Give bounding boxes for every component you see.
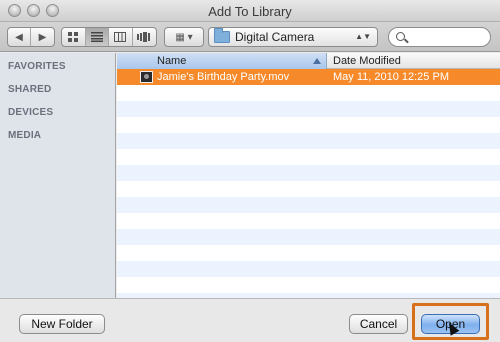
arrange-grid-icon: ▦ ▾: [175, 31, 193, 43]
coverflow-view-icon: [137, 32, 151, 42]
search-field[interactable]: [388, 27, 491, 47]
window-title: Add To Library: [208, 4, 292, 19]
empty-row: [117, 213, 500, 229]
new-folder-button[interactable]: New Folder: [19, 314, 105, 334]
location-label: Digital Camera: [235, 30, 315, 44]
sidebar-heading-favorites[interactable]: FAVORITES: [8, 61, 66, 72]
popup-arrows-icon: ▲▼: [355, 32, 371, 41]
sidebar-heading-devices[interactable]: DEVICES: [8, 107, 53, 118]
empty-row: [117, 85, 500, 101]
empty-row: [117, 197, 500, 213]
empty-row: [117, 229, 500, 245]
empty-row: [117, 181, 500, 197]
list-view-button[interactable]: [85, 28, 109, 46]
dialog-button-bar: New Folder Cancel Open: [0, 298, 500, 342]
empty-row: [117, 245, 500, 261]
column-view-icon: [114, 32, 127, 42]
sidebar-heading-media[interactable]: MEDIA: [8, 130, 41, 141]
icon-view-button[interactable]: [62, 28, 86, 46]
location-popup[interactable]: Digital Camera ▲▼: [208, 27, 378, 47]
name-column-label: Name: [157, 55, 187, 67]
file-name: Jamie's Birthday Party.mov: [157, 71, 290, 83]
movie-file-icon: [140, 71, 153, 83]
empty-row: [117, 261, 500, 277]
icon-view-icon: [68, 32, 79, 42]
empty-row: [117, 149, 500, 165]
forward-button[interactable]: ▶: [31, 28, 54, 46]
empty-row: [117, 277, 500, 293]
list-view-icon: [90, 32, 103, 42]
sort-ascending-icon: [313, 58, 321, 64]
empty-row: [117, 165, 500, 181]
coverflow-view-button[interactable]: [133, 28, 156, 46]
column-header: Name Date Modified: [117, 53, 500, 69]
empty-row: [117, 133, 500, 149]
file-rows: Jamie's Birthday Party.mov May 11, 2010 …: [117, 69, 500, 298]
file-row[interactable]: Jamie's Birthday Party.mov May 11, 2010 …: [117, 69, 500, 85]
file-list: Name Date Modified Jamie's Birthday Part…: [117, 53, 500, 298]
cancel-button[interactable]: Cancel: [349, 314, 408, 334]
folder-icon: [214, 28, 230, 43]
back-forward-control: ◀ ▶: [7, 27, 55, 47]
empty-row: [117, 101, 500, 117]
name-column-header[interactable]: Name: [117, 53, 327, 69]
back-button[interactable]: ◀: [8, 28, 32, 46]
sidebar: FAVORITES SHARED DEVICES MEDIA: [0, 53, 116, 298]
search-icon: [396, 32, 405, 41]
view-mode-control: [61, 27, 157, 47]
file-date-modified: May 11, 2010 12:25 PM: [333, 71, 449, 83]
column-view-button[interactable]: [109, 28, 133, 46]
sidebar-heading-shared[interactable]: SHARED: [8, 84, 51, 95]
empty-row: [117, 117, 500, 133]
arrange-popup[interactable]: ▦ ▾: [164, 27, 204, 47]
add-to-library-dialog: Add To Library ◀ ▶ ▦ ▾ Digital Camera ▲▼…: [0, 0, 500, 342]
title-bar: Add To Library: [0, 0, 500, 22]
toolbar: ◀ ▶ ▦ ▾ Digital Camera ▲▼: [0, 22, 500, 52]
date-modified-column-header[interactable]: Date Modified: [333, 55, 401, 67]
